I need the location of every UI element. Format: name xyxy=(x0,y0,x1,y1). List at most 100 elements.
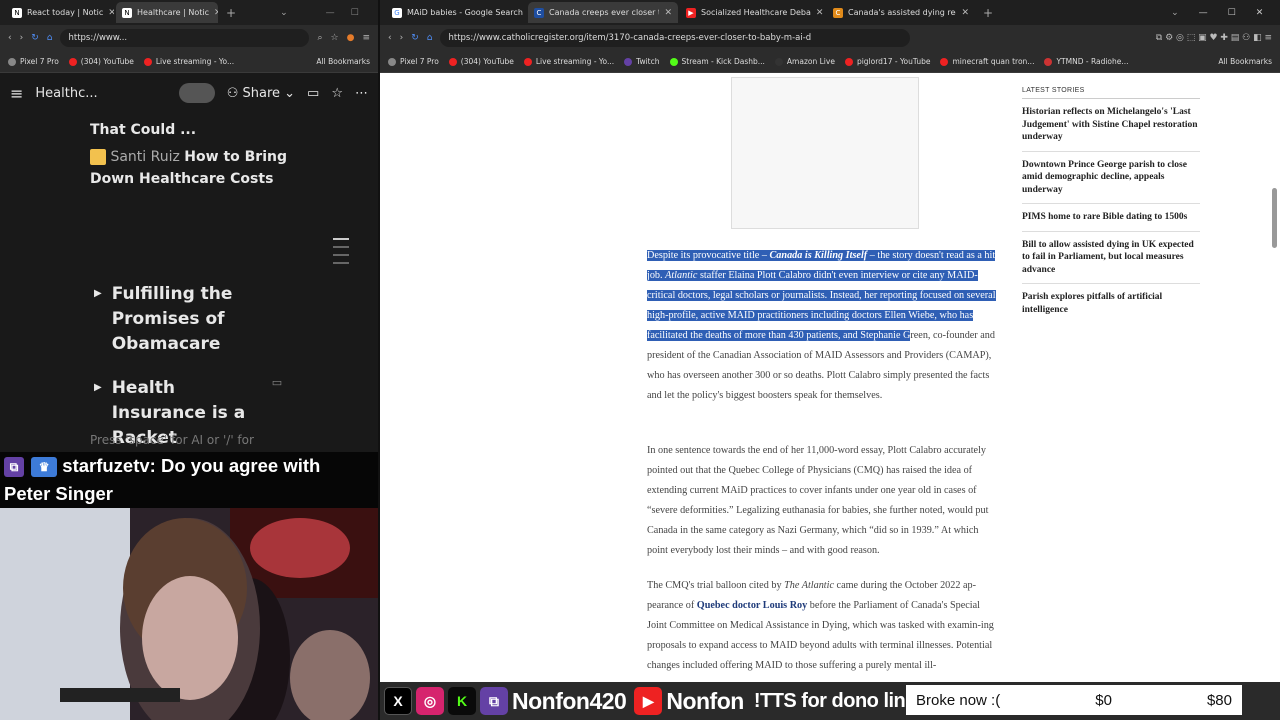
close-icon[interactable]: ✕ xyxy=(664,8,672,18)
page-scrollbar[interactable] xyxy=(1272,188,1277,248)
star-icon[interactable]: ☆ xyxy=(331,86,343,101)
new-tab-icon[interactable]: + xyxy=(226,6,236,20)
bookmark-piglord[interactable]: piglord17 - YouTube xyxy=(844,57,930,66)
toggle-obamacare[interactable]: ▶ Fulfilling the Promises of Obamacare xyxy=(94,282,254,357)
chat-overlay: ⧉ ♛ starfuzetv: Do you agree with Peter … xyxy=(0,452,378,508)
story-link[interactable]: Historian reflects on Michelangelo's 'La… xyxy=(1022,99,1200,152)
zoom-icon[interactable]: ⌕ xyxy=(317,33,322,43)
bookmark-ytmnd[interactable]: YTMND - Radiohe... xyxy=(1044,57,1129,66)
bookmark-youtube[interactable]: (304) YouTube xyxy=(68,57,134,66)
tab-react-today[interactable]: N React today | Notic ✕ xyxy=(6,2,114,23)
right-address-bar: ‹ › ↻ ⌂ https://www.catholicregister.org… xyxy=(380,25,1280,51)
left-tab-bar: N React today | Notic ✕ N Healthcare | N… xyxy=(0,0,378,25)
avatar[interactable] xyxy=(178,83,215,103)
new-tab-icon[interactable]: + xyxy=(983,6,993,20)
more-icon[interactable]: ⋯ xyxy=(355,86,368,101)
notion-topbar: ≡ Healthc... ⚇ Share ⌄ ▭ ☆ ⋯ xyxy=(0,73,378,113)
story-link[interactable]: PIMS home to rare Bible dating to 1500s xyxy=(1022,204,1200,232)
tab-canada-creeps[interactable]: C Canada creeps ever closer to b ✕ xyxy=(528,2,678,23)
close-window-icon[interactable]: ✕ xyxy=(1256,8,1264,18)
tab-search-icon[interactable]: ⌄ xyxy=(280,8,288,18)
toggle-label: Fulfilling the Promises of Obamacare xyxy=(111,284,233,354)
url-text: https://www... xyxy=(68,33,128,43)
close-icon[interactable]: ✕ xyxy=(108,8,114,18)
bookmark-live[interactable]: Live streaming - Yo... xyxy=(523,57,614,66)
article-link[interactable]: Quebec doctor Louis Roy xyxy=(697,600,807,611)
tab-title: MAiD babies - Google Search xyxy=(407,8,523,17)
tab-maid-babies[interactable]: G MAiD babies - Google Search ✕ xyxy=(386,2,526,23)
comment-icon[interactable]: ▭ xyxy=(307,86,319,101)
maximize-icon[interactable]: ☐ xyxy=(1228,8,1236,18)
right-bookmarks-bar: Pixel 7 Pro (304) YouTube Live streaming… xyxy=(380,51,1280,73)
toggle-triangle-icon[interactable]: ▶ xyxy=(94,288,102,357)
home-icon[interactable]: ⌂ xyxy=(47,33,53,43)
sidebar-header: LATEST STORIES xyxy=(1022,87,1200,99)
instagram-icon: ◎ xyxy=(416,687,444,715)
placeholder-hint: Press 'space' for AI or '/' for xyxy=(90,433,254,447)
bookmark-pixel[interactable]: Pixel 7 Pro xyxy=(388,57,439,66)
menu-icon[interactable]: ≡ xyxy=(362,33,370,43)
bookmark-live[interactable]: Live streaming - Yo... xyxy=(143,57,234,66)
chat-message: Do you agree with xyxy=(160,455,321,476)
article-page: Despite its provocative title – Canada i… xyxy=(380,73,1280,720)
minimize-icon[interactable]: — xyxy=(1199,8,1208,18)
all-bookmarks[interactable]: All Bookmarks xyxy=(316,57,370,66)
tab-search-icon[interactable]: ⌄ xyxy=(1171,8,1179,18)
bookmark-minecraft[interactable]: minecraft quan tron... xyxy=(940,57,1034,66)
article-paragraph-3[interactable]: The CMQ's trial balloon cited by The Atl… xyxy=(647,576,999,676)
close-icon[interactable]: ✕ xyxy=(214,8,218,18)
tab-title: Healthcare | Notic xyxy=(137,8,210,17)
kick-icon: K xyxy=(448,687,476,715)
outline-marker xyxy=(333,238,349,264)
comment-add-icon[interactable]: ▭ xyxy=(272,376,282,451)
bookmark-pixel[interactable]: Pixel 7 Pro xyxy=(8,57,59,66)
link-block[interactable]: Santi Ruiz How to Bring Down Healthcare … xyxy=(90,146,290,190)
tab-socialized-healthcare[interactable]: ▶ Socialized Healthcare Deba ✕ xyxy=(680,2,825,23)
back-icon[interactable]: ‹ xyxy=(388,33,392,43)
share-button[interactable]: ⚇ Share ⌄ xyxy=(227,86,295,101)
right-browser-window: G MAiD babies - Google Search ✕ C Canada… xyxy=(380,0,1280,720)
bookmark-amazon[interactable]: Amazon Live xyxy=(774,57,835,66)
goal-current: $0 xyxy=(1095,691,1112,709)
profile-icon[interactable]: ● xyxy=(347,33,355,43)
close-icon[interactable]: ✕ xyxy=(816,8,824,18)
bookmark-twitch[interactable]: Twitch xyxy=(624,57,660,66)
back-icon[interactable]: ‹ xyxy=(8,33,12,43)
maximize-icon[interactable]: ☐ xyxy=(351,8,359,18)
x-icon: X xyxy=(384,687,412,715)
bookmark-kick[interactable]: Stream - Kick Dashb... xyxy=(669,57,765,66)
article-paragraph-1[interactable]: Despite its provocative title – Canada i… xyxy=(647,246,999,406)
goal-label: Broke now :( xyxy=(916,691,1001,709)
sidebar-menu-icon[interactable]: ≡ xyxy=(10,84,23,103)
webcam-image xyxy=(0,508,378,720)
tab-assisted-dying[interactable]: C Canada's assisted dying regime ✕ xyxy=(827,2,975,23)
page-title[interactable]: Healthc... xyxy=(35,86,97,101)
goal-target: $80 xyxy=(1206,691,1232,709)
reload-icon[interactable]: ↻ xyxy=(31,33,39,43)
all-bookmarks[interactable]: All Bookmarks xyxy=(1218,57,1272,66)
url-field[interactable]: https://www.catholicregister.org/item/31… xyxy=(440,29,911,47)
partial-title[interactable]: That Could ... xyxy=(90,122,378,138)
forward-icon[interactable]: › xyxy=(20,33,24,43)
bookmark-youtube[interactable]: (304) YouTube xyxy=(448,57,514,66)
left-bookmarks-bar: Pixel 7 Pro (304) YouTube Live streaming… xyxy=(0,51,378,73)
close-icon[interactable]: ✕ xyxy=(961,8,969,18)
forward-icon[interactable]: › xyxy=(400,33,404,43)
minimize-icon[interactable]: — xyxy=(326,8,335,18)
reload-icon[interactable]: ↻ xyxy=(411,33,419,43)
extensions-icon[interactable]: ⧉ ⚙ ◎ ⬚ ▣ ♥ ✚ ▤ ⚇ ◧ ≡ xyxy=(1156,33,1272,43)
home-icon[interactable]: ⌂ xyxy=(427,33,433,43)
author: Santi Ruiz xyxy=(110,149,180,165)
story-link[interactable]: Bill to allow assisted dying in UK expec… xyxy=(1022,232,1200,284)
article-paragraph-2[interactable]: In one sentence towards the end of her 1… xyxy=(647,441,999,561)
url-field[interactable]: https://www... xyxy=(60,29,310,47)
tab-healthcare[interactable]: N Healthcare | Notic ✕ xyxy=(116,2,218,23)
story-link[interactable]: Downtown Prince George parish to close a… xyxy=(1022,152,1200,204)
youtube-icon: ▶ xyxy=(634,687,663,715)
story-link[interactable]: Parish explores pitfalls of artificial i… xyxy=(1022,284,1200,323)
stream-social-bar: X ◎ K ⧉ Nonfon420 ▶ Nonfon !TTS for dono… xyxy=(380,682,1280,720)
url-text: https://www.catholicregister.org/item/31… xyxy=(448,33,812,43)
latest-stories-sidebar: LATEST STORIES Historian reflects on Mic… xyxy=(1022,87,1200,323)
scrollbar[interactable] xyxy=(369,120,374,450)
bookmark-icon[interactable]: ☆ xyxy=(331,33,339,43)
